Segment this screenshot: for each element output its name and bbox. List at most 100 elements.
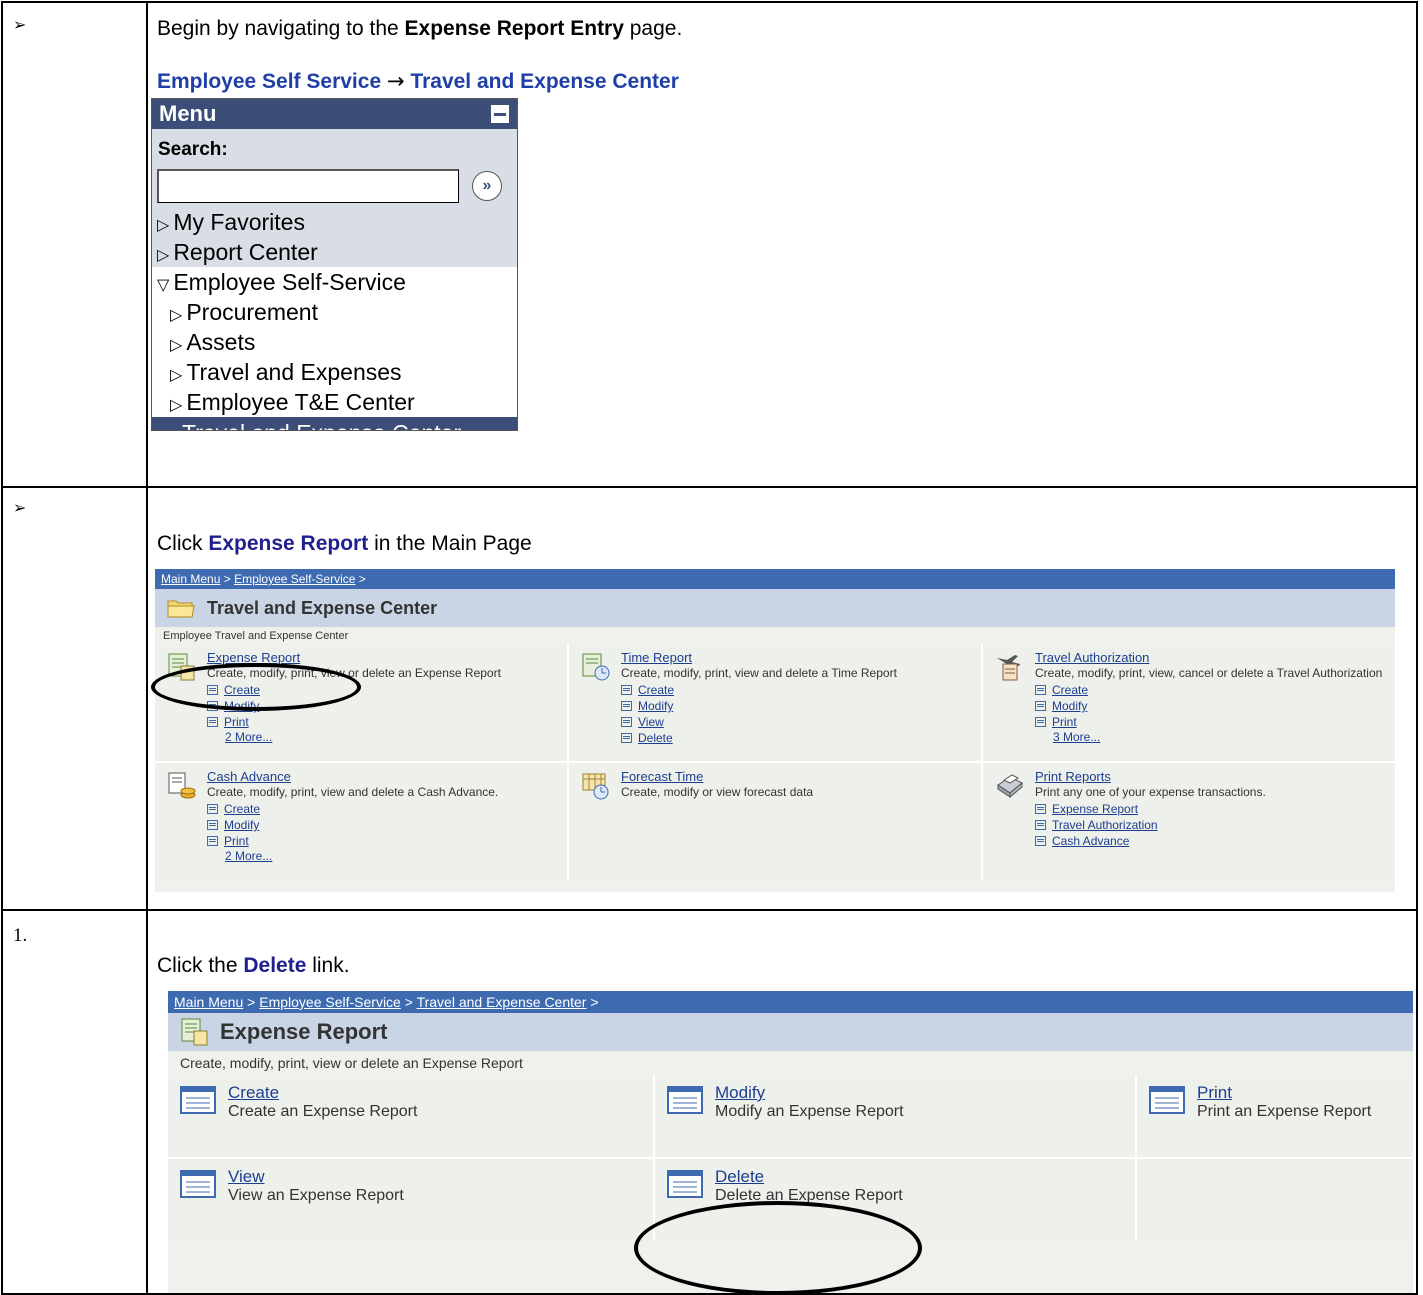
- row-content-cell: Click Expense Report in the Main Page Ma…: [146, 486, 1418, 911]
- page-icon: [207, 804, 218, 814]
- breadcrumb-main-menu[interactable]: Main Menu: [161, 572, 220, 586]
- tile-description: Print any one of your expense transactio…: [1035, 785, 1266, 799]
- delete-link[interactable]: Delete: [715, 1167, 764, 1186]
- print-cash-advance-link[interactable]: Cash Advance: [1052, 834, 1129, 848]
- tile-description: Print an Expense Report: [1197, 1103, 1372, 1120]
- expense-report-icon: [181, 1018, 208, 1046]
- highlight-oval: [151, 663, 361, 711]
- search-input[interactable]: [157, 169, 459, 203]
- navigation-path: Employee Self Service → Travel and Expen…: [157, 69, 679, 93]
- menu-item-employee-te-center[interactable]: ▷ Employee T&E Center: [152, 387, 517, 417]
- cash-modify-link[interactable]: Modify: [224, 818, 259, 832]
- tile-description: Create an Expense Report: [228, 1103, 418, 1120]
- breadcrumb-employee-self-service[interactable]: Employee Self-Service: [234, 572, 355, 586]
- triangle-right-icon: ▷: [170, 395, 183, 414]
- triangle-right-icon: ▷: [170, 365, 183, 384]
- expense-more-link[interactable]: 2 More...: [225, 730, 272, 744]
- expense-print-link[interactable]: Print: [224, 715, 249, 729]
- folder-icon: [167, 600, 195, 618]
- instruction-text: Click the Delete link.: [157, 954, 350, 977]
- travel-print-link[interactable]: Print: [1052, 715, 1077, 729]
- page-icon: [1035, 804, 1046, 814]
- menu-item-procurement[interactable]: ▷ Procurement: [152, 297, 517, 327]
- row-marker-cell: ➢: [1, 486, 148, 911]
- tile-travel-authorization: Travel Authorization Create, modify, pri…: [983, 644, 1395, 761]
- page-icon: [207, 717, 218, 727]
- travel-authorization-link[interactable]: Travel Authorization: [1035, 650, 1149, 665]
- time-modify-link[interactable]: Modify: [638, 699, 673, 713]
- menu-item-assets[interactable]: ▷ Assets: [152, 327, 517, 357]
- time-delete-link[interactable]: Delete: [638, 731, 673, 745]
- tile-create: Create Create an Expense Report: [168, 1075, 653, 1157]
- print-travel-authorization-link[interactable]: Travel Authorization: [1052, 818, 1158, 832]
- page-title: Expense Report: [220, 1019, 388, 1044]
- cash-advance-link[interactable]: Cash Advance: [207, 769, 291, 784]
- breadcrumb-main-menu[interactable]: Main Menu: [174, 994, 243, 1010]
- triangle-right-icon: ▷: [170, 335, 183, 354]
- print-reports-link[interactable]: Print Reports: [1035, 769, 1111, 784]
- search-label: Search:: [158, 139, 228, 160]
- row-content-cell: Click the Delete link. Main Menu > Emplo…: [146, 909, 1418, 1295]
- forecast-time-link[interactable]: Forecast Time: [621, 769, 703, 784]
- create-link[interactable]: Create: [228, 1083, 279, 1102]
- time-view-link[interactable]: View: [638, 715, 664, 729]
- menu-item-employee-self-service[interactable]: ▽ Employee Self-Service: [152, 267, 517, 297]
- view-link[interactable]: View: [228, 1167, 265, 1186]
- search-go-button[interactable]: »: [472, 171, 502, 201]
- page-icon: [621, 733, 632, 743]
- triangle-right-icon: ▷: [170, 305, 183, 324]
- travel-create-link[interactable]: Create: [1052, 683, 1088, 697]
- menu-item-travel-and-expense-center[interactable]: –Travel and Expense Center: [152, 417, 517, 430]
- travel-more-link[interactable]: 3 More...: [1053, 730, 1100, 744]
- modify-link[interactable]: Modify: [715, 1083, 765, 1102]
- time-report-icon: [582, 653, 610, 681]
- time-report-link[interactable]: Time Report: [621, 650, 692, 665]
- row-marker-cell: ➢: [1, 1, 148, 488]
- page-icon: [667, 1086, 703, 1114]
- time-create-link[interactable]: Create: [638, 683, 674, 697]
- page-icon: [180, 1170, 216, 1198]
- instruction-text: Click Expense Report in the Main Page: [157, 532, 532, 555]
- page-icon: [667, 1170, 703, 1198]
- page-subtitle: Employee Travel and Expense Center: [163, 630, 349, 642]
- airplane-document-icon: [997, 655, 1020, 681]
- tile-forecast-time: Forecast Time Create, modify or view for…: [569, 763, 981, 880]
- breadcrumb-travel-and-expense-center[interactable]: Travel and Expense Center: [417, 994, 587, 1010]
- tile-cash-advance: Cash Advance Create, modify, print, view…: [155, 763, 567, 880]
- print-link[interactable]: Print: [1197, 1083, 1232, 1102]
- page-icon: [1035, 685, 1046, 695]
- menu-item-travel-and-expenses[interactable]: ▷ Travel and Expenses: [152, 357, 517, 387]
- print-expense-report-link[interactable]: Expense Report: [1052, 802, 1138, 816]
- cash-more-link[interactable]: 2 More...: [225, 849, 272, 863]
- tile-print: Print Print an Expense Report: [1137, 1075, 1413, 1157]
- tile-modify: Modify Modify an Expense Report: [655, 1075, 1135, 1157]
- page-title-band: Expense Report: [168, 1013, 1413, 1051]
- page-icon: [1035, 836, 1046, 846]
- instruction-text: Begin by navigating to the Expense Repor…: [157, 17, 683, 40]
- travel-modify-link[interactable]: Modify: [1052, 699, 1087, 713]
- triangle-right-icon: ▷: [157, 245, 170, 264]
- row-content-cell: Begin by navigating to the Expense Repor…: [146, 1, 1418, 488]
- breadcrumb-employee-self-service[interactable]: Employee Self-Service: [259, 994, 401, 1010]
- page-icon: [1035, 717, 1046, 727]
- menu-header: Menu: [152, 99, 517, 129]
- bullet-marker: ➢: [13, 15, 27, 34]
- cash-print-link[interactable]: Print: [224, 834, 249, 848]
- collapse-icon[interactable]: [491, 105, 509, 123]
- row-marker-cell: 1.: [1, 909, 148, 1295]
- menu-item-my-favorites[interactable]: ▷ My Favorites: [152, 207, 517, 237]
- page-subtitle: Create, modify, print, view or delete an…: [180, 1055, 523, 1071]
- tile-description: Create, modify or view forecast data: [621, 785, 814, 799]
- menu-item-report-center[interactable]: ▷ Report Center: [152, 237, 517, 267]
- triangle-right-icon: ▷: [157, 215, 170, 234]
- search-row: »: [152, 167, 517, 207]
- page-icon: [1035, 820, 1046, 830]
- page-icon: [1035, 701, 1046, 711]
- cash-create-link[interactable]: Create: [224, 802, 260, 816]
- tile-description: Create, modify, print, view and delete a…: [207, 785, 499, 799]
- tile-description: Create, modify, print, view, cancel or d…: [1035, 666, 1383, 680]
- tile-empty: [1137, 1159, 1413, 1241]
- page-icon: [207, 820, 218, 830]
- tile-view: View View an Expense Report: [168, 1159, 653, 1241]
- tile-description: View an Expense Report: [228, 1187, 404, 1204]
